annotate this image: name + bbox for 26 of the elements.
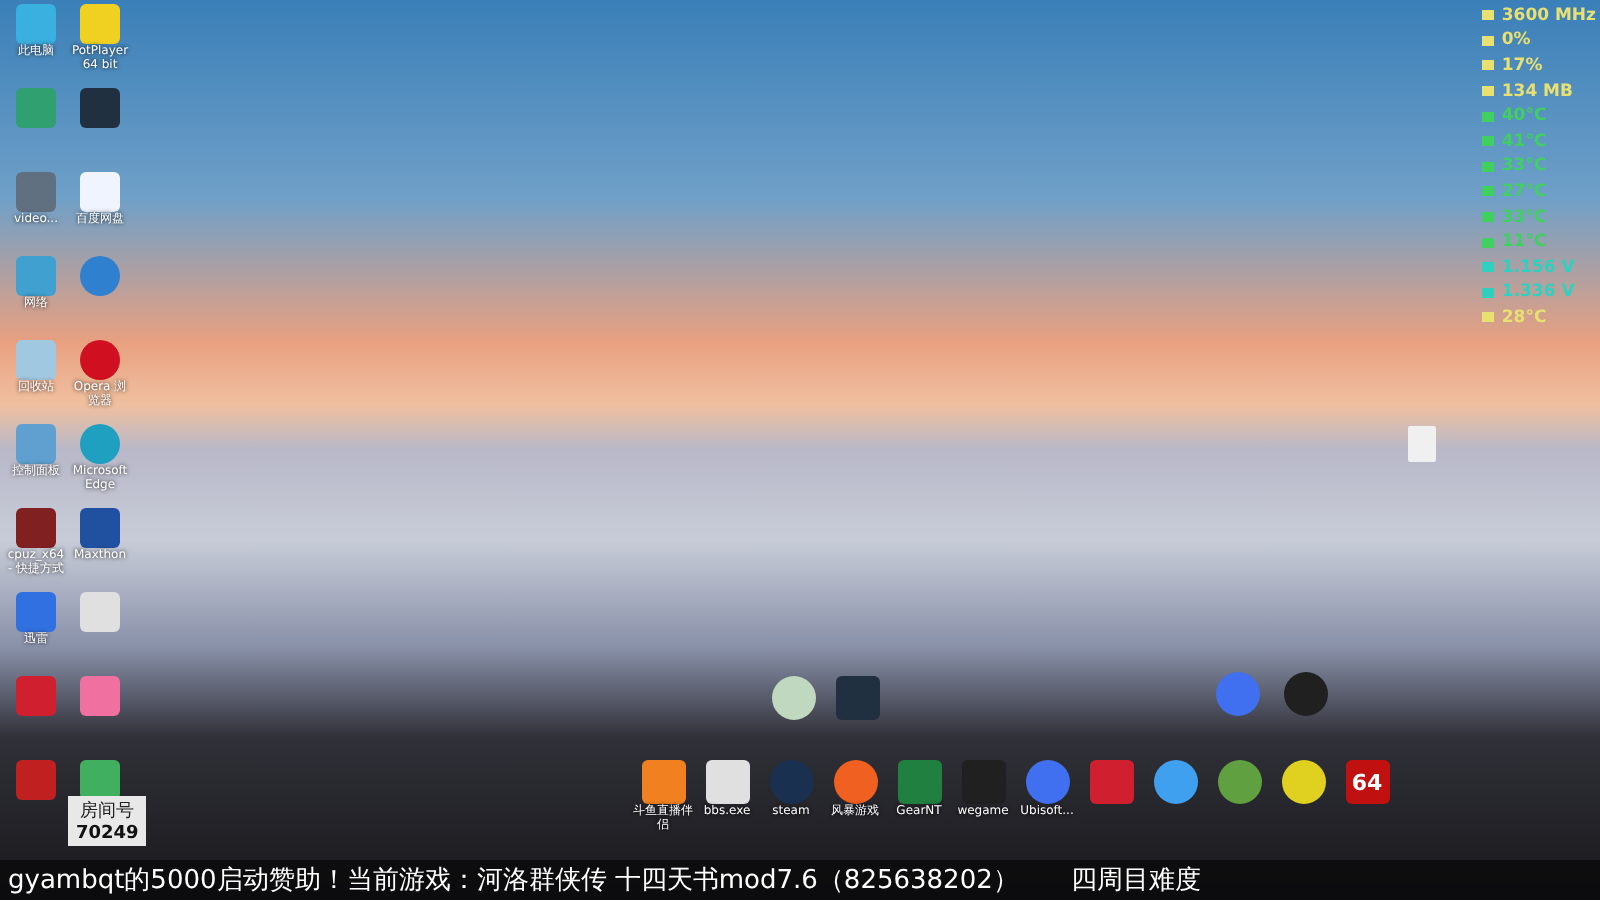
room-number: 70249 bbox=[76, 824, 139, 844]
sensor-reading: 27°C bbox=[1501, 181, 1547, 202]
ticker-text: gyambqt的5000启动赞助！当前游戏：河洛群侠传 十四天书mod7.6（825638202） bbox=[8, 864, 1019, 898]
app-icon[interactable]: 64 bbox=[1345, 760, 1389, 804]
sensor-reading: 33°C bbox=[1501, 156, 1547, 177]
app-icon[interactable] bbox=[1217, 760, 1261, 804]
app-icon[interactable] bbox=[772, 676, 816, 720]
sensor-reading: 3600 MHz bbox=[1501, 5, 1596, 26]
sensor-reading: 1.336 V bbox=[1501, 282, 1575, 303]
app-icon[interactable] bbox=[1281, 760, 1325, 804]
sensor-reading: 28°C bbox=[1501, 307, 1547, 328]
ticker-text: 四周目难度 bbox=[1070, 864, 1201, 898]
app-icon[interactable] bbox=[1153, 760, 1197, 804]
app-icon[interactable] bbox=[705, 760, 749, 804]
app-icon[interactable] bbox=[833, 760, 877, 804]
sensor-reading: 41°C bbox=[1501, 131, 1547, 152]
sensor-reading: 33°C bbox=[1501, 207, 1547, 228]
sensor-reading: 0% bbox=[1501, 30, 1531, 51]
sensor-reading: 11°C bbox=[1501, 232, 1547, 253]
sensor-reading: 17% bbox=[1501, 55, 1543, 76]
document-icon[interactable] bbox=[1408, 426, 1436, 462]
sensor-reading: 134 MB bbox=[1501, 81, 1573, 102]
app-icon[interactable] bbox=[641, 760, 685, 804]
room-label: 房间号 bbox=[80, 799, 135, 824]
sensor-reading: 1.156 V bbox=[1501, 257, 1575, 278]
sensor-reading: 40°C bbox=[1501, 106, 1547, 127]
